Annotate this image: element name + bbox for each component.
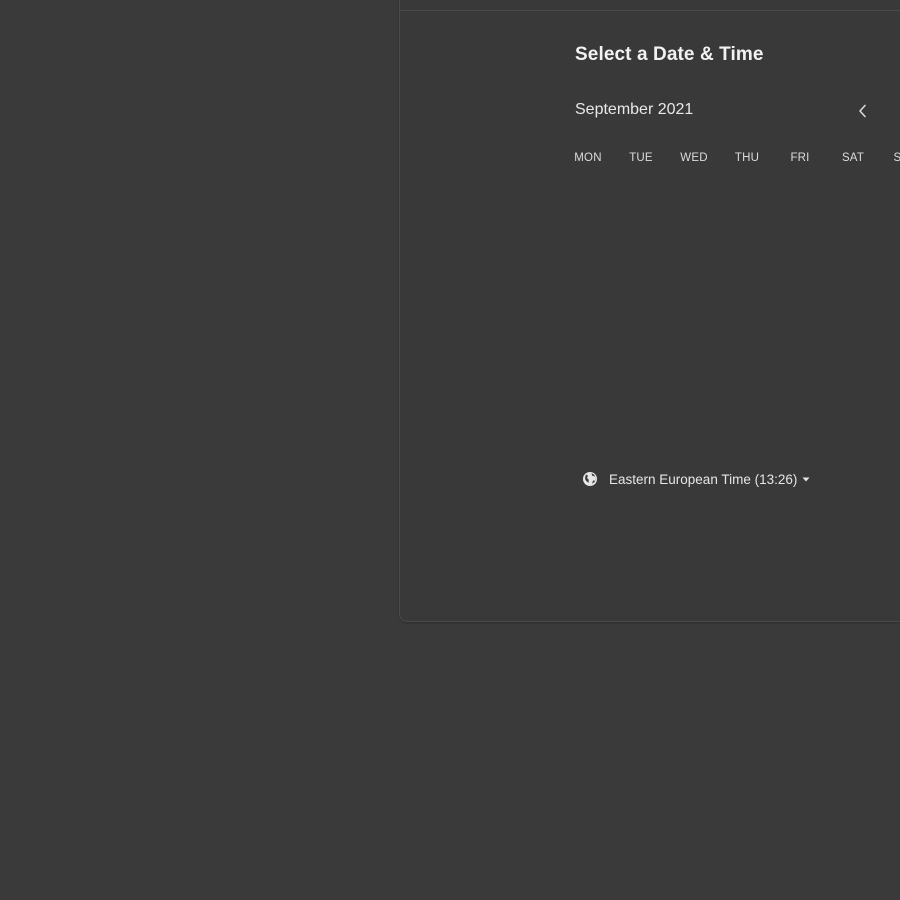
- month-label: September 2021: [575, 101, 694, 118]
- weekday-thu: THU: [734, 152, 760, 164]
- caret-down-icon: [802, 477, 810, 482]
- weekday-tue: TUE: [629, 152, 653, 164]
- card-divider: [400, 10, 900, 11]
- timezone-label: Eastern European Time (13:26): [609, 471, 798, 487]
- weekday-sun: SUN: [893, 152, 900, 164]
- page: Select a Date & Time September 2021 MON …: [0, 0, 900, 900]
- weekday-mon: MON: [574, 152, 602, 164]
- chevron-left-icon: [858, 104, 868, 118]
- globe-icon: [582, 471, 598, 487]
- page-title: Select a Date & Time: [575, 44, 764, 65]
- weekday-wed: WED: [680, 152, 708, 164]
- weekday-fri: FRI: [790, 152, 810, 164]
- previous-month-button[interactable]: [849, 99, 877, 123]
- scheduler-card: Select a Date & Time September 2021 MON …: [399, 0, 900, 622]
- weekday-sat: SAT: [841, 152, 865, 164]
- weekday-header: MON TUE WED THU FRI SAT SUN: [572, 152, 900, 166]
- timezone-selector[interactable]: Eastern European Time (13:26): [582, 470, 810, 488]
